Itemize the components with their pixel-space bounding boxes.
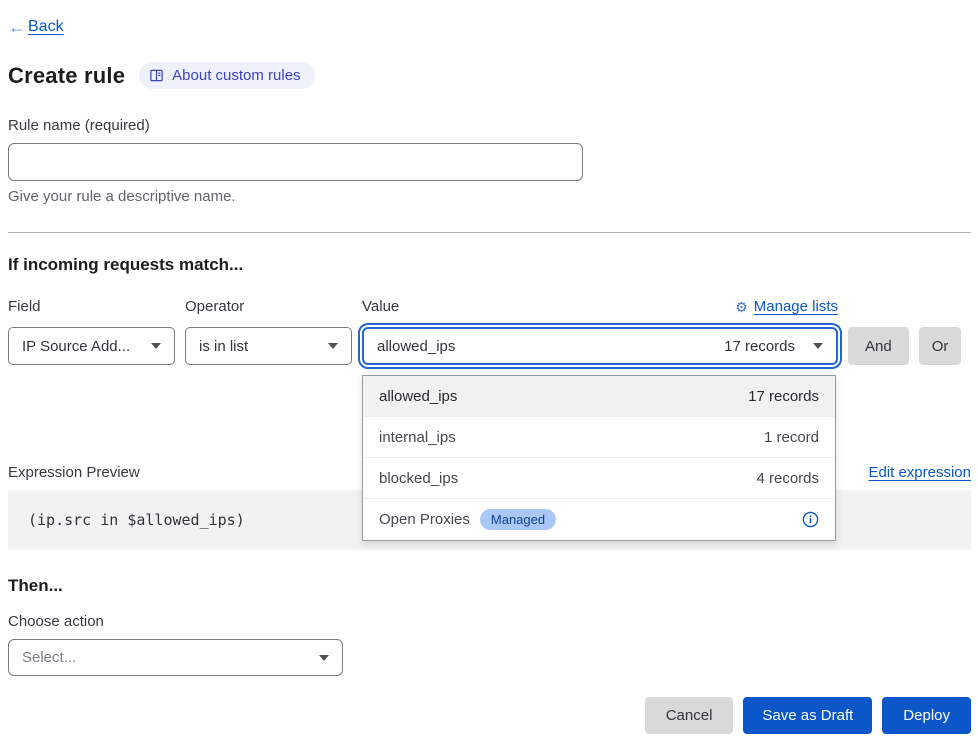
book-icon [149, 68, 164, 83]
expression-preview-label: Expression Preview [8, 464, 140, 481]
value-select-wrap: allowed_ips 17 records allowed_ips 17 re… [362, 327, 838, 365]
list-option-name: blocked_ips [379, 470, 458, 487]
list-option-detail: 17 records [748, 388, 819, 405]
list-option-name: allowed_ips [379, 388, 457, 405]
back-arrow-icon: ← [8, 18, 26, 36]
field-select-value: IP Source Add... [22, 338, 130, 355]
chevron-down-icon [151, 343, 161, 349]
list-dropdown-panel: allowed_ips 17 records internal_ips 1 re… [362, 375, 836, 541]
list-option-allowed-ips[interactable]: allowed_ips 17 records [363, 376, 835, 417]
section-divider [8, 232, 971, 233]
field-select[interactable]: IP Source Add... [8, 327, 175, 365]
list-option-detail: 1 record [764, 429, 819, 446]
value-select-name: allowed_ips [377, 338, 455, 355]
value-select-record-count: 17 records [724, 338, 795, 355]
expression-code: (ip.src in $allowed_ips) [28, 511, 245, 529]
match-labels-row: Field Operator Value ⚙ Manage lists [8, 298, 971, 315]
field-label: Field [8, 298, 175, 315]
chevron-down-icon [319, 655, 329, 661]
edit-expression-link[interactable]: Edit expression [868, 464, 971, 481]
about-badge-label: About custom rules [172, 67, 300, 84]
operator-select[interactable]: is in list [185, 327, 352, 365]
list-option-name: Open Proxies [379, 511, 470, 528]
about-custom-rules-link[interactable]: About custom rules [139, 62, 314, 89]
chevron-down-icon [328, 343, 338, 349]
action-select-placeholder: Select... [22, 649, 76, 666]
value-select[interactable]: allowed_ips 17 records [362, 327, 838, 365]
and-button[interactable]: And [848, 327, 909, 365]
match-controls-row: IP Source Add... is in list allowed_ips … [8, 327, 971, 365]
page-title: Create rule [8, 63, 125, 89]
or-button[interactable]: Or [919, 327, 962, 365]
gear-icon: ⚙ [735, 300, 748, 314]
manage-lists-label: Manage lists [754, 298, 838, 315]
match-section-heading: If incoming requests match... [8, 255, 971, 275]
operator-label: Operator [185, 298, 352, 315]
operator-select-value: is in list [199, 338, 248, 355]
title-row: Create rule About custom rules [8, 62, 971, 89]
footer-actions: Cancel Save as Draft Deploy [8, 697, 971, 734]
back-link-label: Back [28, 18, 64, 36]
value-label: Value [362, 298, 399, 315]
list-option-detail: 4 records [756, 470, 819, 487]
rule-name-helper: Give your rule a descriptive name. [8, 188, 971, 205]
list-option-internal-ips[interactable]: internal_ips 1 record [363, 417, 835, 458]
managed-badge: Managed [480, 509, 556, 531]
action-select[interactable]: Select... [8, 639, 343, 676]
cancel-button[interactable]: Cancel [645, 697, 734, 734]
rule-name-input[interactable] [8, 143, 583, 181]
list-option-blocked-ips[interactable]: blocked_ips 4 records [363, 458, 835, 499]
rule-name-label: Rule name (required) [8, 117, 971, 134]
list-option-name: internal_ips [379, 429, 456, 446]
manage-lists-link[interactable]: ⚙ Manage lists [735, 298, 838, 315]
then-section-heading: Then... [8, 576, 971, 596]
back-button[interactable]: ← Back [8, 18, 971, 36]
deploy-button[interactable]: Deploy [882, 697, 971, 734]
choose-action-label: Choose action [8, 613, 971, 630]
create-rule-page: ← Back Create rule About custom rules Ru… [0, 0, 979, 734]
info-icon[interactable] [802, 511, 819, 528]
chevron-down-icon [813, 343, 823, 349]
save-as-draft-button[interactable]: Save as Draft [743, 697, 872, 734]
list-option-open-proxies[interactable]: Open Proxies Managed [363, 499, 835, 540]
